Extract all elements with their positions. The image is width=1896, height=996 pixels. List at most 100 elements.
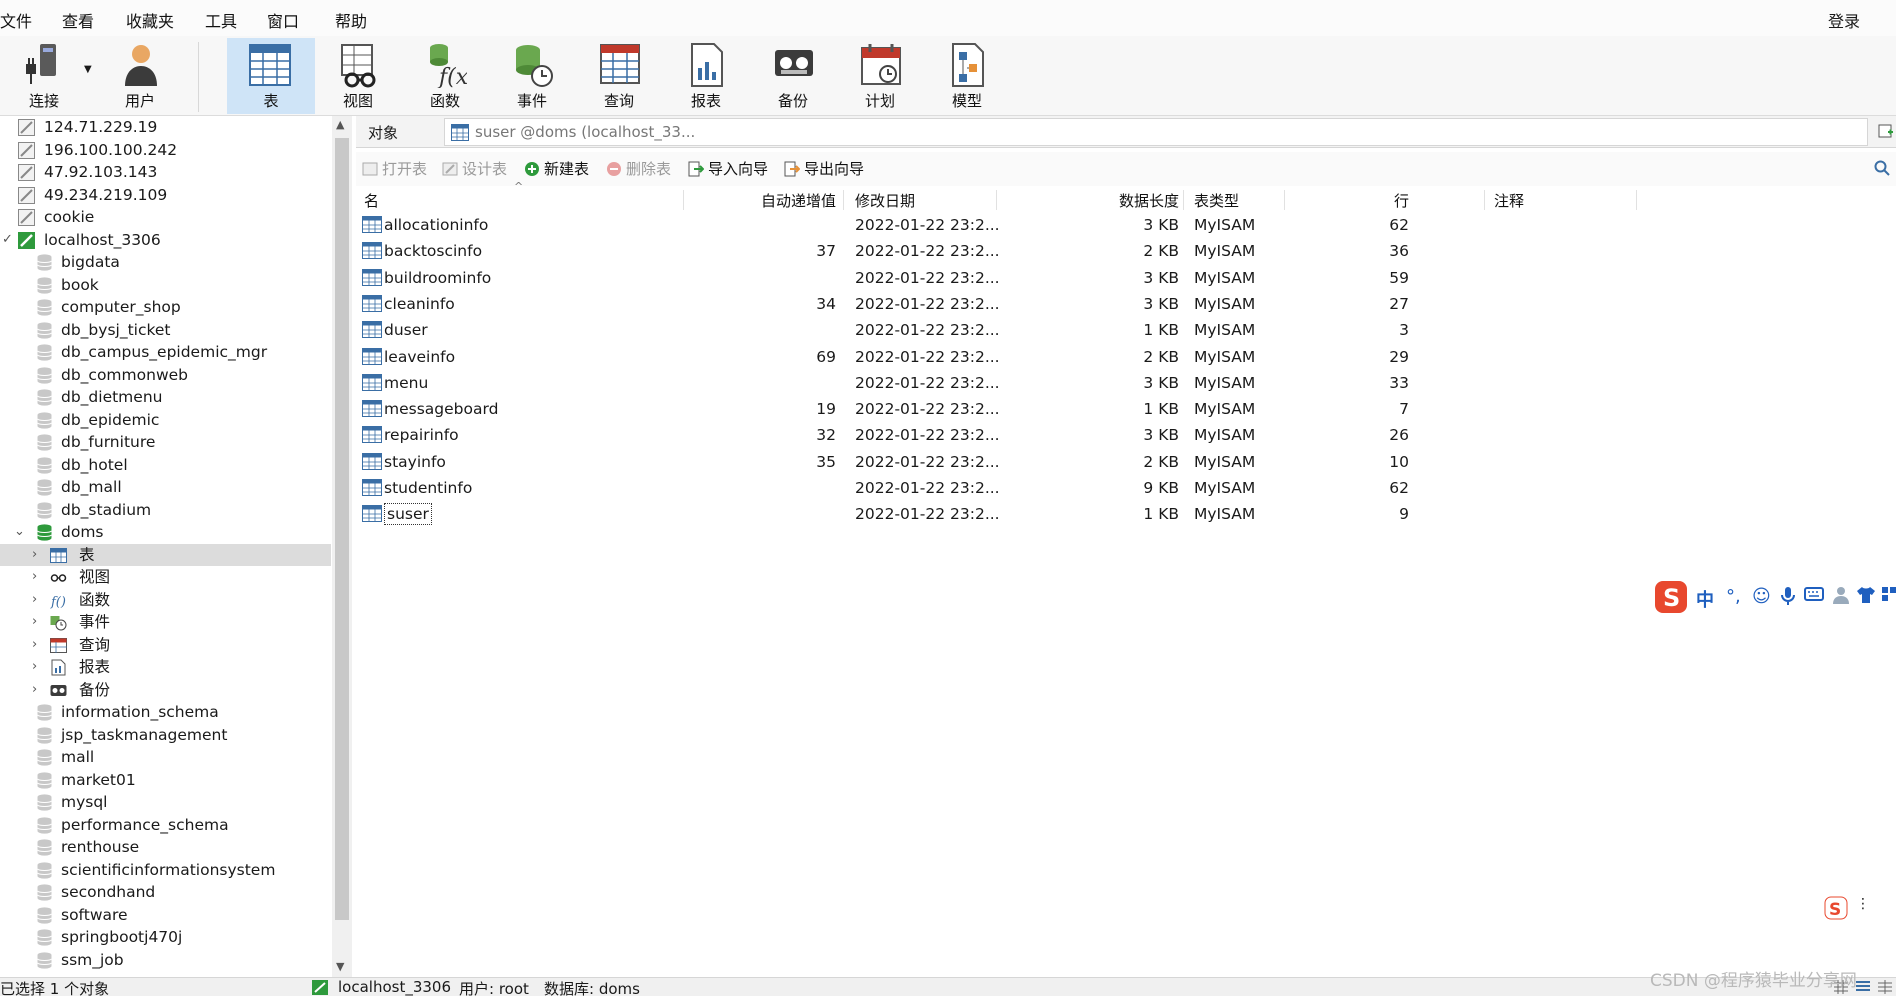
function-button[interactable]: f(x) 函数 <box>403 38 487 114</box>
tree-database-item[interactable]: information_schema <box>0 701 331 724</box>
tree-database-item[interactable]: db_bysj_ticket <box>0 319 331 342</box>
query-button[interactable]: 查询 <box>577 38 661 114</box>
menu-view[interactable]: 查看 <box>62 8 94 32</box>
tree-object-group-table[interactable]: › 表 <box>0 543 331 566</box>
col-auto-increment[interactable]: 自动递增值 <box>686 190 836 211</box>
tree-database-item[interactable]: secondhand <box>0 881 331 904</box>
tree-database-item[interactable]: book <box>0 274 331 297</box>
tree-object-group-function[interactable]: › f() 函数 <box>0 589 331 612</box>
tab-suser-document[interactable]: suser @doms (localhost_33... <box>444 118 1868 146</box>
chevron-down-icon[interactable]: ✓ <box>2 229 13 251</box>
tree-database-item[interactable]: computer_shop <box>0 296 331 319</box>
table-row[interactable]: messageboard 19 2022-01-22 23:2... 1 KB MyIS… <box>356 396 1896 422</box>
sogou-logo-icon[interactable]: S <box>1654 580 1688 614</box>
menu-favorites[interactable]: 收藏夹 <box>126 8 174 32</box>
table-row[interactable]: cleaninfo 34 2022-01-22 23:2... 3 KB MyISAM 2… <box>356 291 1896 317</box>
new-tab-icon[interactable] <box>1878 122 1894 140</box>
search-icon[interactable] <box>1874 160 1890 176</box>
user-button[interactable]: 用户 <box>98 38 182 114</box>
delete-table-button[interactable]: 删除表 <box>606 158 671 179</box>
import-wizard-button[interactable]: 导入向导 <box>688 158 768 179</box>
chevron-down-icon[interactable]: ⌄ <box>14 521 25 543</box>
tree-database-item[interactable]: springbootj470j <box>0 926 331 949</box>
col-rows[interactable]: 行 <box>1286 190 1409 211</box>
list-view-icon[interactable] <box>1856 980 1870 994</box>
ime-menu-icon[interactable]: ⋮ <box>1856 896 1870 912</box>
chevron-right-icon[interactable]: › <box>32 634 37 656</box>
tree-database-item[interactable]: mysql <box>0 791 331 814</box>
tree-connection-item[interactable]: 196.100.100.242 <box>0 139 331 162</box>
connect-button[interactable]: 连接 <box>2 38 86 114</box>
event-button[interactable]: 事件 <box>490 38 574 114</box>
tree-database-item[interactable]: renthouse <box>0 836 331 859</box>
table-row[interactable]: leaveinfo 69 2022-01-22 23:2... 2 KB MyISAM 2… <box>356 344 1896 370</box>
table-row[interactable]: buildroominfo 2022-01-22 23:2... 3 KB MyISA… <box>356 265 1896 291</box>
login-button[interactable]: 登录 <box>1828 8 1860 32</box>
col-data-length[interactable]: 数据长度 <box>1006 190 1179 211</box>
view-button[interactable]: 视图 <box>316 38 400 114</box>
chevron-right-icon[interactable]: › <box>32 656 37 678</box>
ime-voice-icon[interactable] <box>1780 586 1796 611</box>
ime-keyboard-icon[interactable] <box>1804 586 1824 607</box>
tree-object-group-view[interactable]: › 视图 <box>0 566 331 589</box>
tree-database-item[interactable]: db_commonweb <box>0 364 331 387</box>
tree-database-item[interactable]: db_furniture <box>0 431 331 454</box>
tree-database-item[interactable]: db_stadium <box>0 499 331 522</box>
tree-object-group-report[interactable]: › 报表 <box>0 656 331 679</box>
col-modified-date[interactable]: 修改日期 <box>855 190 915 211</box>
table-row[interactable]: menu 2022-01-22 23:2... 3 KB MyISAM 33 <box>356 370 1896 396</box>
table-row[interactable]: allocationinfo 2022-01-22 23:2... 3 KB MyIS… <box>356 212 1896 238</box>
col-comment[interactable]: 注释 <box>1494 190 1524 211</box>
ime-punctuation-icon[interactable]: °, <box>1726 586 1741 607</box>
tree-database-item[interactable]: bigdata <box>0 251 331 274</box>
col-table-type[interactable]: 表类型 <box>1194 190 1239 211</box>
model-button[interactable]: 模型 <box>925 38 1009 114</box>
menu-tools[interactable]: 工具 <box>205 8 237 32</box>
tree-database-item[interactable]: db_dietmenu <box>0 386 331 409</box>
tree-scrollbar[interactable]: ▲ ▼ <box>332 116 352 977</box>
tree-connection-item[interactable]: 124.71.229.19 <box>0 116 331 139</box>
scroll-down-icon[interactable]: ▼ <box>336 960 344 973</box>
tree-database-item[interactable]: market01 <box>0 769 331 792</box>
ime-skin-icon[interactable] <box>1856 586 1876 609</box>
tree-database-item[interactable]: db_mall <box>0 476 331 499</box>
table-row[interactable]: suser 2022-01-22 23:2... 1 KB MyISAM 9 <box>356 501 1896 527</box>
design-table-button[interactable]: 设计表 <box>442 158 507 179</box>
tree-database-open[interactable]: ⌄ doms <box>0 521 331 544</box>
table-row[interactable]: backtoscinfo 37 2022-01-22 23:2... 2 KB MyIS… <box>356 238 1896 264</box>
chevron-right-icon[interactable]: › <box>32 589 37 611</box>
tab-objects[interactable]: 对象 <box>368 122 398 143</box>
new-table-button[interactable]: 新建表 <box>524 158 589 179</box>
table-button[interactable]: 表 <box>227 38 315 114</box>
col-name[interactable]: 名 <box>364 190 379 211</box>
ime-user-icon[interactable] <box>1832 586 1850 609</box>
menu-file[interactable]: 文件 <box>0 8 32 32</box>
tree-object-group-event[interactable]: › 事件 <box>0 611 331 634</box>
tree-database-item[interactable]: software <box>0 904 331 927</box>
report-button[interactable]: 报表 <box>664 38 748 114</box>
chevron-right-icon[interactable]: › <box>32 679 37 701</box>
table-row[interactable]: duser 2022-01-22 23:2... 1 KB MyISAM 3 <box>356 317 1896 343</box>
export-wizard-button[interactable]: 导出向导 <box>784 158 864 179</box>
tree-connection-open[interactable]: ✓ localhost_3306 <box>0 229 331 252</box>
tree-connection-item[interactable]: 47.92.103.143 <box>0 161 331 184</box>
schedule-button[interactable]: 计划 <box>838 38 922 114</box>
tree-database-item[interactable]: mall <box>0 746 331 769</box>
chevron-right-icon[interactable]: › <box>32 566 37 588</box>
tree-database-item[interactable]: jsp_taskmanagement <box>0 724 331 747</box>
tree-connection-item[interactable]: 49.234.219.109 <box>0 184 331 207</box>
tree-database-item[interactable]: db_campus_epidemic_mgr <box>0 341 331 364</box>
menu-help[interactable]: 帮助 <box>335 8 367 32</box>
detail-view-icon[interactable] <box>1878 980 1892 994</box>
tree-connection-item[interactable]: cookie <box>0 206 331 229</box>
ime-toolbox-icon[interactable] <box>1882 586 1896 609</box>
tree-database-item[interactable]: ssm_job <box>0 949 331 972</box>
table-row[interactable]: studentinfo 2022-01-22 23:2... 9 KB MyISAM 6… <box>356 475 1896 501</box>
tree-database-item[interactable]: scientificinformationsystem <box>0 859 331 882</box>
scrollbar-thumb[interactable] <box>335 138 349 920</box>
tree-database-item[interactable]: performance_schema <box>0 814 331 837</box>
menu-window[interactable]: 窗口 <box>267 8 299 32</box>
tree-object-group-backup[interactable]: › 备份 <box>0 679 331 702</box>
backup-button[interactable]: 备份 <box>751 38 835 114</box>
connect-dropdown-icon[interactable]: ▼ <box>84 64 92 75</box>
